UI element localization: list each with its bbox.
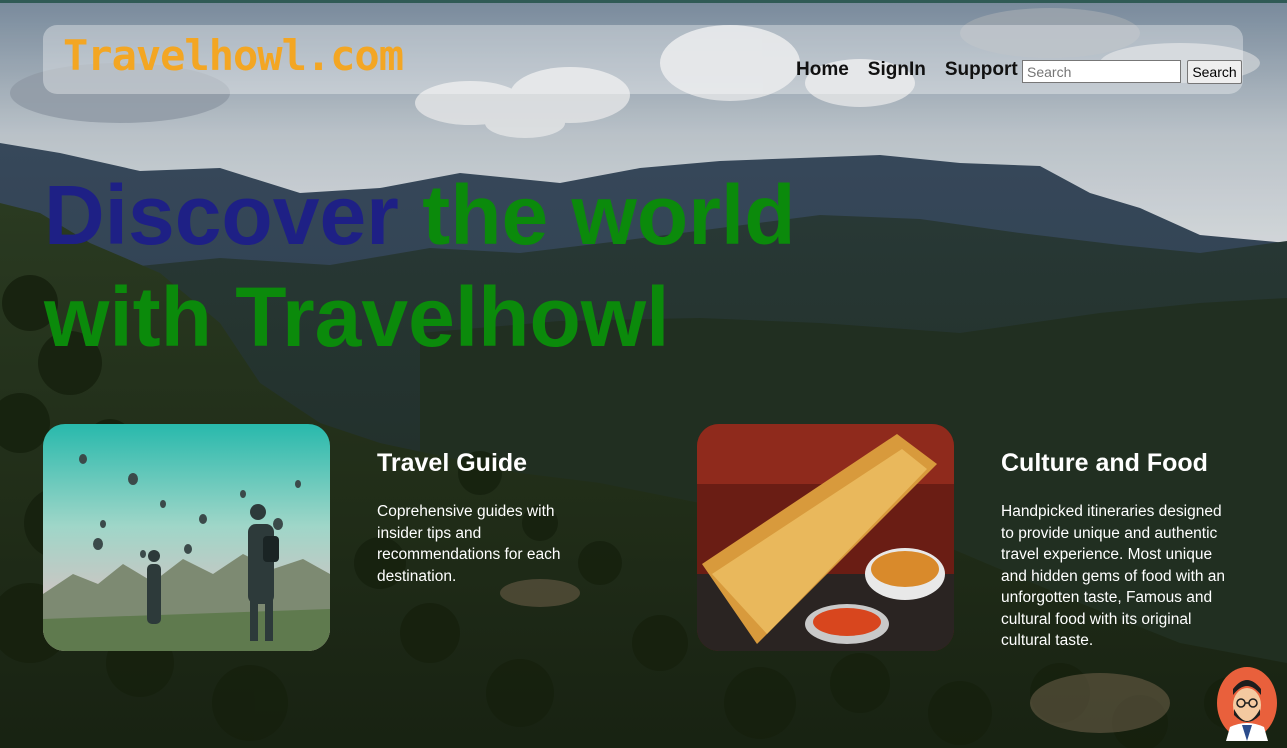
search-button[interactable]: Search [1187,60,1242,84]
nav-home-link[interactable]: Home [796,59,849,81]
culture-food-text: Handpicked itineraries designed to provi… [1001,503,1226,649]
travel-guide-text: Coprehensive guides with insider tips an… [377,503,561,585]
travel-guide-image [43,424,330,651]
culture-food-title: Culture and Food [1001,449,1208,477]
main-nav: Home SignIn Support [796,59,1018,81]
support-avatar-icon[interactable] [1216,667,1278,741]
site-logo[interactable]: Travelhowl.com [63,31,404,80]
nav-support-link[interactable]: Support [945,59,1018,81]
hero-headline: Discover the world with Travelhowl [44,164,944,368]
top-border [0,0,1287,3]
search-input[interactable] [1022,60,1181,83]
culture-food-image [697,424,954,651]
headline-part-blue: Discover [44,168,399,262]
travel-guide-title: Travel Guide [377,449,528,477]
nav-signin-link[interactable]: SignIn [868,59,926,81]
